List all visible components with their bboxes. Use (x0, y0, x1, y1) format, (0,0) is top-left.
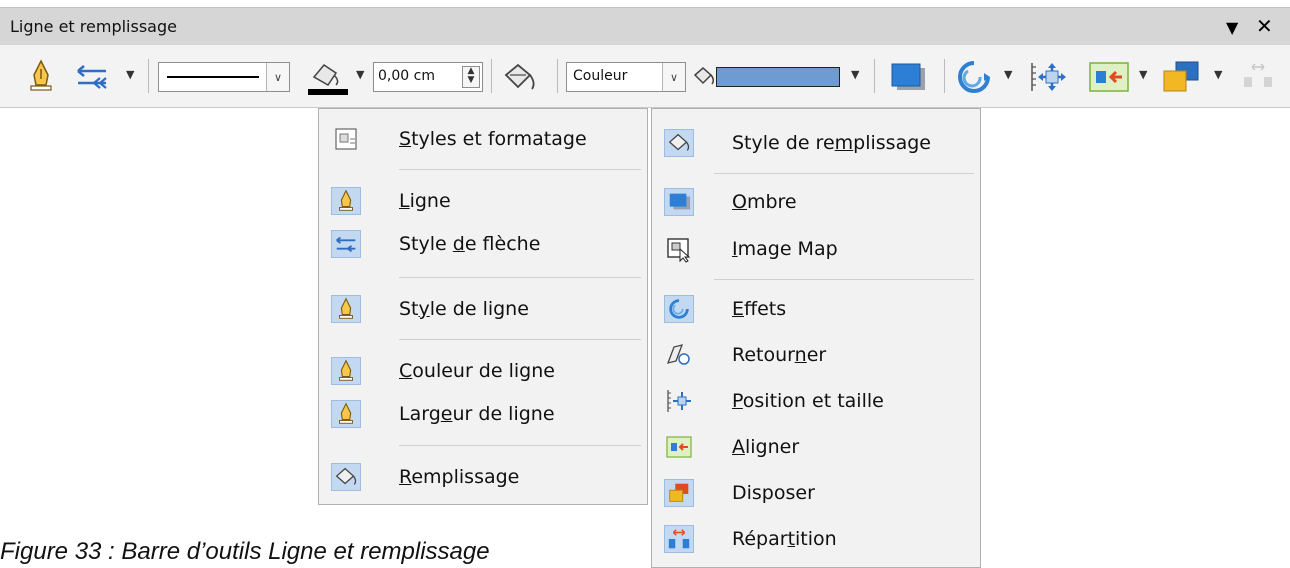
line-icon[interactable] (28, 59, 54, 93)
line-and-fill-toolbar: ▼ ∨ ▼ 0,00 cm ▲ ▼ Couleur ∨ ▼ ▼ ▼ ▼ (0, 45, 1290, 108)
separator (148, 59, 149, 93)
line-style-icon (331, 295, 361, 323)
fill-type-combo[interactable]: Couleur ∨ (566, 62, 686, 92)
menu-item-label: Style de flèche (399, 233, 541, 255)
line-width-icon (331, 400, 361, 428)
line-width-value: 0,00 cm (378, 68, 435, 84)
line-style-preview (167, 76, 259, 78)
menu-item-flip[interactable]: Retourner (652, 335, 980, 375)
menu-divider (714, 173, 974, 174)
align-icon (666, 436, 692, 458)
menu-item-effects[interactable]: Effets (652, 289, 980, 329)
distribution-icon[interactable] (1238, 59, 1278, 95)
menu-item-position-size[interactable]: Position et taille (652, 381, 980, 421)
arrange-icon (664, 479, 694, 507)
context-menu-right: Style de remplissage Ombre Image Map Eff… (651, 108, 981, 568)
flip-icon (666, 344, 690, 365)
menu-item-line-style[interactable]: Style de ligne (319, 289, 647, 329)
menu-item-fill[interactable]: Remplissage (319, 457, 647, 497)
menu-item-line[interactable]: Ligne (319, 181, 647, 221)
align-dropdown-icon[interactable]: ▼ (1139, 68, 1147, 81)
menu-item-label: Ombre (732, 191, 797, 213)
menu-item-label: Effets (732, 298, 787, 320)
menu-divider (399, 169, 641, 170)
arrow-style-icon[interactable] (72, 63, 112, 91)
menu-item-arrange[interactable]: Disposer (652, 473, 980, 513)
menu-item-fill-style[interactable]: Style de remplissage (652, 123, 980, 163)
menu-item-label: Position et taille (732, 390, 884, 412)
toolbar-title-bar: Ligne et remplissage ▼ ✕ (0, 7, 1290, 46)
chevron-down-icon[interactable]: ∨ (266, 63, 289, 91)
distribution-icon (664, 525, 694, 553)
menu-item-shadow[interactable]: Ombre (652, 182, 980, 222)
arrange-dropdown-icon[interactable]: ▼ (1214, 68, 1222, 81)
fill-icon (331, 463, 361, 491)
line-style-combo[interactable]: ∨ (158, 62, 290, 92)
menu-divider (399, 339, 641, 340)
arrow-style-icon (331, 230, 361, 258)
menu-item-styles[interactable]: Styles et formatage (319, 119, 647, 159)
toolbar-menu-arrow-icon[interactable]: ▼ (1226, 14, 1238, 42)
fill-icon[interactable] (500, 61, 540, 93)
fill-color-swatch[interactable] (716, 67, 840, 87)
fill-color-dropdown-icon[interactable]: ▼ (851, 68, 859, 81)
menu-divider (399, 277, 641, 278)
arrange-icon[interactable] (1160, 59, 1202, 95)
position-size-icon[interactable] (1028, 59, 1068, 95)
fill-color-icon[interactable] (692, 65, 716, 87)
line-width-spin[interactable]: 0,00 cm ▲ ▼ (373, 62, 483, 92)
menu-item-line-width[interactable]: Largeur de ligne (319, 394, 647, 434)
chevron-down-icon[interactable]: ∨ (662, 63, 685, 91)
effects-dropdown-icon[interactable]: ▼ (1004, 68, 1012, 81)
menu-item-image-map[interactable]: Image Map (652, 229, 980, 269)
styles-icon (335, 128, 357, 150)
effects-icon (664, 295, 694, 323)
menu-item-line-color[interactable]: Couleur de ligne (319, 351, 647, 391)
menu-item-label: Répartition (732, 528, 837, 550)
menu-item-label: Disposer (732, 482, 815, 504)
menu-item-label: Ligne (399, 190, 451, 212)
menu-divider (399, 445, 641, 446)
line-color-icon[interactable] (306, 59, 350, 97)
menu-item-label: Remplissage (399, 466, 520, 488)
menu-item-label: Style de remplissage (732, 132, 931, 154)
align-icon[interactable] (1088, 61, 1130, 93)
menu-item-label: Couleur de ligne (399, 360, 555, 382)
line-color-dropdown-icon[interactable]: ▼ (356, 68, 364, 81)
separator (874, 59, 875, 93)
close-icon[interactable]: ✕ (1256, 12, 1273, 40)
shadow-icon (664, 188, 694, 216)
separator (944, 59, 945, 93)
menu-item-label: Retourner (732, 344, 827, 366)
menu-item-label: Styles et formatage (399, 128, 587, 150)
shadow-icon[interactable] (888, 61, 928, 93)
menu-divider (714, 279, 974, 280)
image-map-icon (667, 238, 691, 263)
position-size-icon (667, 390, 691, 412)
arrow-style-dropdown-icon[interactable]: ▼ (126, 68, 134, 81)
menu-item-arrow-style[interactable]: Style de flèche (319, 224, 647, 264)
spin-buttons[interactable]: ▲ ▼ (462, 66, 480, 88)
fill-style-icon (664, 129, 694, 157)
separator (491, 59, 492, 93)
line-icon (331, 187, 361, 215)
line-color-icon (331, 357, 361, 385)
menu-item-distribution[interactable]: Répartition (652, 519, 980, 559)
separator (557, 59, 558, 93)
fill-type-value: Couleur (573, 68, 628, 84)
menu-item-label: Image Map (732, 238, 838, 260)
toolbar-title: Ligne et remplissage (10, 17, 177, 36)
context-menu-left: Styles et formatage Ligne Style de flèch… (318, 108, 648, 505)
menu-item-label: Aligner (732, 436, 800, 458)
menu-item-label: Style de ligne (399, 298, 529, 320)
menu-item-align[interactable]: Aligner (652, 427, 980, 467)
effects-icon[interactable] (954, 59, 994, 95)
menu-item-label: Largeur de ligne (399, 403, 555, 425)
